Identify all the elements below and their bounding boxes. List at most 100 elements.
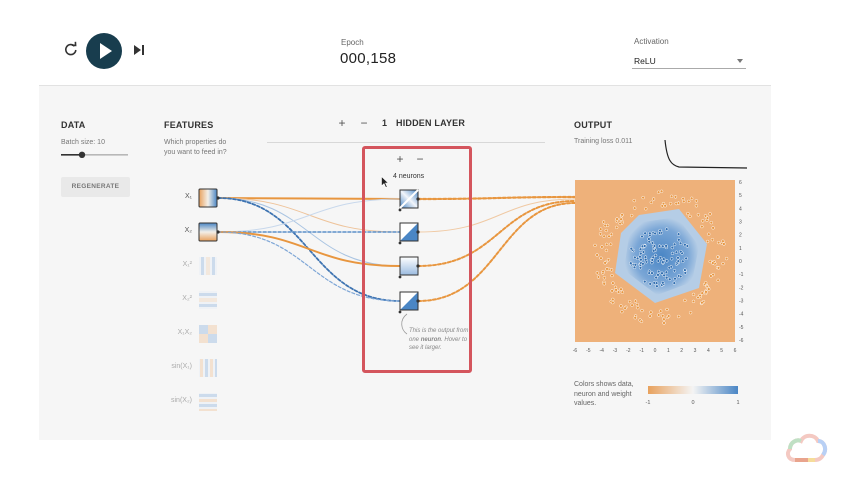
data-point	[658, 256, 663, 260]
playground-app: Epoch 000,158 Activation ReLU DATA Batch…	[39, 20, 771, 440]
data-point	[662, 273, 666, 278]
data-point	[641, 262, 645, 266]
y-tick-label: -4	[739, 312, 744, 318]
data-point	[672, 281, 676, 285]
x-tick-label: -5	[586, 348, 591, 354]
note-bold: neuron	[420, 336, 442, 343]
feature-x1-squared-node[interactable]	[199, 257, 217, 275]
data-point	[694, 204, 699, 208]
feature-sin-x2-node[interactable]	[199, 393, 217, 411]
data-point	[665, 276, 669, 280]
feature-x1x2-node[interactable]	[199, 325, 217, 343]
data-point	[611, 300, 615, 305]
data-point	[638, 247, 643, 251]
y-tick-label: -6	[739, 338, 744, 344]
data-point	[677, 238, 681, 242]
y-tick-label: -1	[739, 272, 744, 278]
feature-x1-node[interactable]	[198, 188, 218, 208]
data-point	[679, 274, 683, 279]
data-point	[722, 242, 726, 246]
data-point	[641, 195, 645, 200]
data-point	[602, 234, 606, 238]
data-point	[650, 258, 654, 262]
data-point	[609, 242, 613, 246]
data-point	[655, 284, 659, 288]
data-point	[667, 266, 671, 270]
data-point	[630, 303, 634, 307]
data-point	[620, 213, 624, 217]
x-tick-label: -2	[626, 348, 631, 354]
data-point	[676, 256, 680, 260]
x-tick-label: 5	[720, 348, 723, 354]
data-point	[629, 261, 633, 265]
data-point	[708, 259, 712, 264]
data-point	[611, 281, 615, 285]
x-tick-label: -1	[639, 348, 644, 354]
data-point	[700, 224, 704, 229]
y-tick-label: 2	[739, 233, 742, 239]
x-tick-label: -3	[613, 348, 618, 354]
data-point	[688, 214, 692, 219]
x-tick-label: -6	[573, 348, 578, 354]
data-point	[603, 223, 607, 228]
data-point	[716, 240, 721, 245]
data-point	[721, 261, 725, 266]
data-point	[696, 213, 701, 217]
data-point	[659, 189, 664, 193]
data-point	[711, 226, 715, 230]
feature-x2-squared-node[interactable]	[199, 291, 217, 309]
data-point	[705, 239, 710, 244]
data-point	[638, 266, 643, 270]
data-point	[619, 217, 623, 221]
mouse-cursor-icon	[381, 176, 389, 188]
y-tick-label: -2	[739, 285, 744, 291]
data-point	[629, 247, 633, 251]
remove-neuron-button[interactable]: −	[413, 153, 427, 167]
data-point	[707, 287, 711, 291]
data-point	[676, 259, 680, 263]
data-point	[674, 201, 678, 206]
data-point	[704, 281, 708, 285]
data-point	[635, 302, 639, 307]
data-point	[648, 282, 652, 286]
data-point	[662, 317, 666, 321]
data-point	[618, 221, 622, 226]
data-point	[650, 241, 655, 245]
data-point	[686, 211, 690, 216]
data-point	[653, 253, 658, 258]
data-point	[668, 202, 673, 206]
data-point	[603, 261, 607, 265]
data-point	[604, 228, 608, 233]
data-point	[654, 281, 659, 285]
data-point	[690, 196, 694, 200]
data-point	[708, 212, 712, 216]
data-point	[652, 244, 657, 248]
data-point	[658, 228, 662, 233]
data-point	[700, 301, 704, 305]
data-point	[672, 242, 677, 246]
data-point	[664, 244, 668, 248]
data-point	[656, 190, 661, 194]
data-point	[681, 196, 685, 201]
color-legend: -1 0 1	[646, 386, 740, 406]
data-point	[643, 244, 647, 248]
data-point	[633, 299, 638, 303]
data-point	[611, 297, 615, 302]
output-heatmap[interactable]	[575, 180, 735, 342]
x-tick-label: 1	[667, 348, 670, 354]
google-cloud-logo-icon	[785, 433, 828, 462]
feature-x2-node[interactable]	[198, 222, 218, 242]
data-point	[644, 207, 648, 211]
data-point	[703, 214, 708, 218]
x-tick-label: 4	[707, 348, 710, 354]
data-point	[683, 268, 687, 272]
data-point	[665, 227, 669, 231]
data-point	[628, 299, 632, 304]
data-point	[679, 249, 683, 254]
data-point	[598, 232, 603, 236]
data-point	[670, 257, 674, 261]
feature-sin-x1-node[interactable]	[199, 359, 217, 377]
add-neuron-button[interactable]: +	[393, 153, 407, 167]
data-point	[620, 310, 624, 314]
x-tick-label: 0	[654, 348, 657, 354]
